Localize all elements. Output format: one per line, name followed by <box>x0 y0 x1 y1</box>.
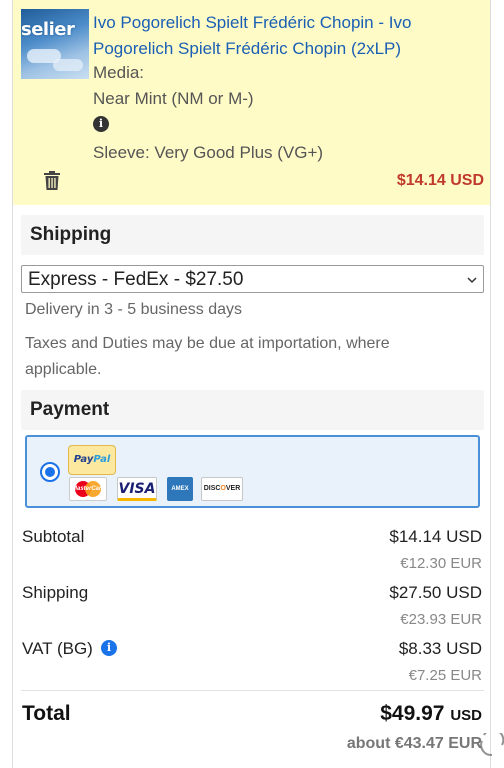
vat-label: VAT (BG) <box>22 639 93 658</box>
frame-border-right <box>490 0 491 768</box>
mastercard-logo: MasterCard <box>69 477 107 501</box>
shipping-cost-usd: $27.50 USD <box>389 583 482 602</box>
cart-item: selier Ivo Pogorelich Spielt Frédéric Ch… <box>13 0 490 205</box>
total-eur: about €43.47 EUR <box>346 735 482 752</box>
subtotal-label: Subtotal <box>22 527 85 546</box>
shipping-section-header: Shipping <box>21 215 484 255</box>
shipping-method-value: Express - FedEx - $27.50 <box>28 269 244 290</box>
vat-info-icon[interactable]: i <box>101 640 117 656</box>
sleeve-condition: Sleeve: Very Good Plus (VG+) <box>93 143 324 162</box>
payment-radio[interactable] <box>40 462 60 482</box>
screenshot-handle-icon[interactable] <box>480 733 504 757</box>
summary-divider <box>21 690 484 691</box>
visa-logo: VISA <box>117 477 157 501</box>
mastercard-text: MasterCard <box>72 486 106 492</box>
total-amount: $49.97 <box>380 702 445 725</box>
paypal-logo: PayPal <box>68 445 116 475</box>
shipping-cost-eur: €23.93 EUR <box>400 611 482 628</box>
payment-section-header: Payment <box>21 390 484 430</box>
shipping-heading: Shipping <box>30 224 112 245</box>
album-thumbnail[interactable]: selier <box>21 9 89 79</box>
delivery-estimate: Delivery in 3 - 5 business days <box>25 301 242 318</box>
payment-heading: Payment <box>30 399 110 420</box>
thumbnail-cloud <box>53 59 83 71</box>
media-condition: Near Mint (NM or M-) <box>93 89 254 108</box>
info-icon[interactable]: i <box>93 116 109 132</box>
thumbnail-sticker: selier <box>21 19 75 40</box>
radio-selected-dot <box>45 467 55 477</box>
trash-icon[interactable] <box>44 171 60 190</box>
shipping-cost-label: Shipping <box>22 583 89 602</box>
item-title-link[interactable]: Ivo Pogorelich Spielt Frédéric Chopin - … <box>93 10 483 62</box>
total-usd: $49.97 USD <box>380 702 482 726</box>
vat-eur: €7.25 EUR <box>408 667 482 684</box>
item-price: $14.14 USD <box>396 172 484 189</box>
taxes-note: Taxes and Duties may be due at importati… <box>25 335 390 378</box>
chevron-down-icon <box>467 277 477 284</box>
payment-option-paypal[interactable]: PayPal MasterCard VISA AMEX DISCOVER <box>25 435 480 508</box>
total-currency: USD <box>450 707 482 724</box>
subtotal-usd: $14.14 USD <box>389 527 482 546</box>
shipping-method-select[interactable]: Express - FedEx - $27.50 <box>21 265 484 293</box>
vat-usd: $8.33 USD <box>398 639 482 658</box>
amex-logo: AMEX <box>167 477 193 501</box>
subtotal-eur: €12.30 EUR <box>400 555 482 572</box>
total-label: Total <box>22 702 71 725</box>
discover-logo: DISCOVER <box>201 477 243 501</box>
media-label: Media: <box>93 63 145 82</box>
